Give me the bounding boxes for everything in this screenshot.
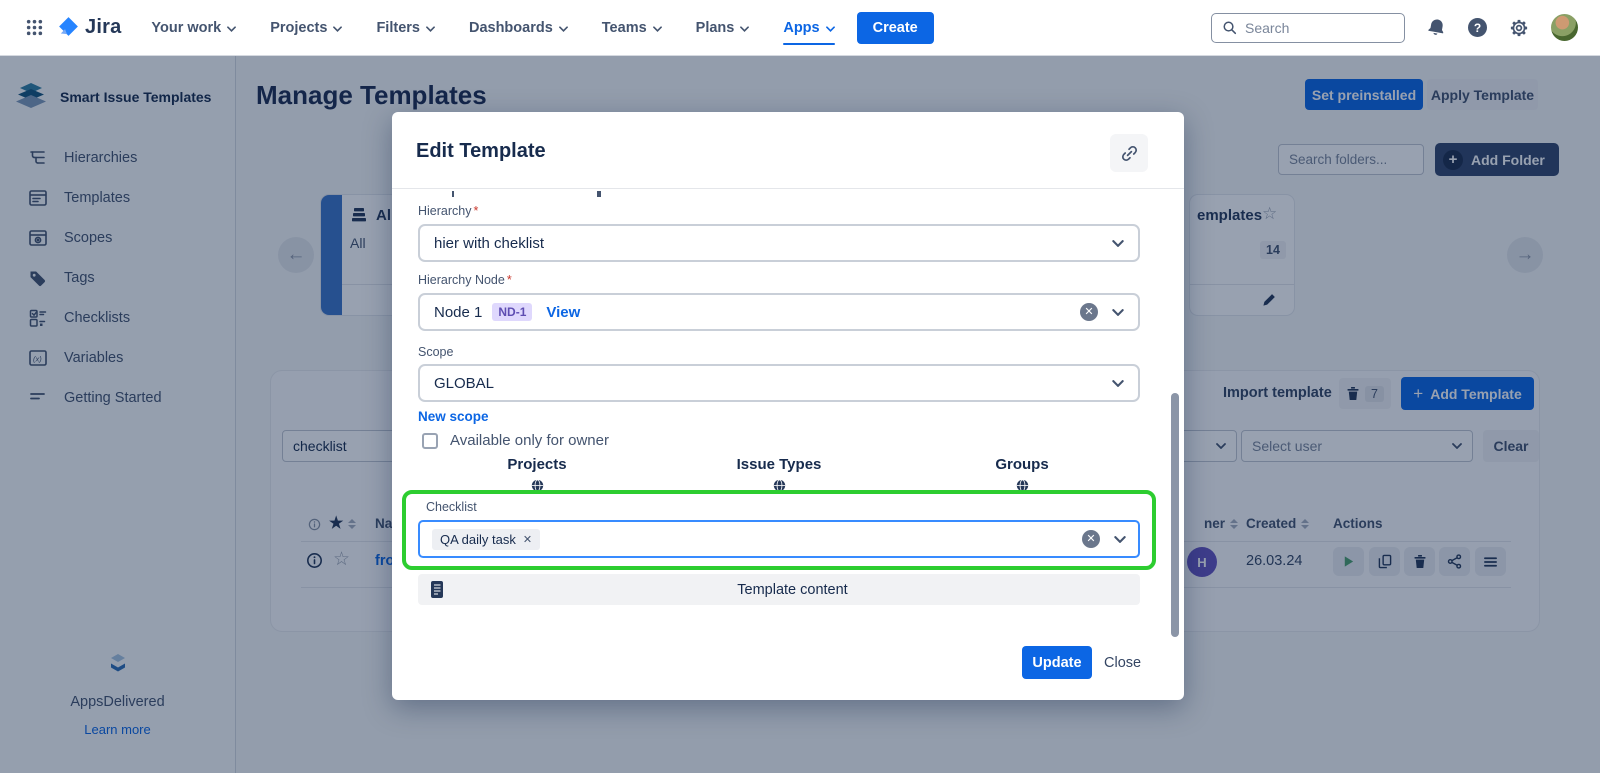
app-root: Jira Your work Projects Filters Dashboar… — [0, 0, 1600, 773]
view-node-link[interactable]: View — [546, 304, 580, 321]
chevron-down-icon — [333, 26, 342, 32]
modal-scrollbar-thumb[interactable] — [1171, 393, 1179, 637]
projects-column-header: Projects — [477, 456, 597, 473]
hierarchy-select[interactable]: hier with cheklist — [418, 224, 1140, 262]
issue-types-column-header: Issue Types — [719, 456, 839, 473]
checklist-chip: QA daily task ✕ — [432, 529, 540, 550]
template-content-label: Template content — [445, 582, 1140, 598]
hierarchy-node-label: Hierarchy Node* — [418, 273, 512, 287]
chevron-down-icon — [826, 26, 835, 32]
chevron-down-icon — [740, 26, 749, 32]
nav-apps[interactable]: Apps — [783, 0, 834, 56]
chevron-down-icon — [653, 26, 662, 32]
update-button[interactable]: Update — [1022, 646, 1092, 679]
settings-gear-icon[interactable] — [1509, 18, 1529, 38]
groups-column-header: Groups — [962, 456, 1082, 473]
copy-link-button[interactable] — [1110, 134, 1148, 172]
chevron-down-icon — [1112, 380, 1124, 387]
link-icon — [1120, 144, 1139, 163]
modal-header-divider — [392, 188, 1184, 189]
modal-title: Edit Template — [416, 140, 546, 163]
jira-logo-text: Jira — [85, 16, 121, 39]
chevron-down-icon — [1114, 536, 1126, 543]
chevron-down-icon — [227, 26, 236, 32]
template-content-section[interactable]: Template content — [418, 574, 1140, 605]
notifications-bell-icon[interactable] — [1425, 16, 1447, 38]
scope-label: Scope — [418, 345, 453, 359]
chevron-down-icon — [426, 26, 435, 32]
search-icon — [1222, 20, 1237, 35]
top-nav: Jira Your work Projects Filters Dashboar… — [0, 0, 1600, 56]
edit-template-modal: Edit Template Hierarchy* hier with chekl… — [392, 112, 1184, 700]
help-icon[interactable]: ? — [1468, 18, 1487, 37]
scope-select[interactable]: GLOBAL — [418, 364, 1140, 402]
checklist-label: Checklist — [426, 500, 477, 514]
chevron-down-icon — [1112, 240, 1124, 247]
hierarchy-label: Hierarchy* — [418, 204, 478, 218]
search-input[interactable] — [1245, 20, 1385, 36]
owner-only-label: Available only for owner — [450, 432, 609, 449]
document-icon — [430, 580, 445, 599]
clear-selection-icon[interactable]: ✕ — [1080, 303, 1098, 321]
create-button[interactable]: Create — [857, 12, 934, 44]
owner-only-checkbox[interactable] — [422, 433, 438, 449]
clipped-scrolled-text — [452, 191, 454, 197]
checklist-multiselect[interactable]: QA daily task ✕ ✕ — [418, 520, 1140, 558]
nav-plans[interactable]: Plans — [696, 0, 750, 56]
nav-projects[interactable]: Projects — [270, 0, 342, 56]
primary-nav: Your work Projects Filters Dashboards Te… — [151, 0, 834, 56]
global-search[interactable] — [1211, 13, 1405, 43]
node-key-badge: ND-1 — [492, 303, 532, 321]
chevron-down-icon — [559, 26, 568, 32]
app-switcher-icon[interactable] — [20, 14, 48, 42]
top-nav-right: ? — [1211, 13, 1600, 43]
jira-logo-icon — [56, 15, 81, 40]
nav-teams[interactable]: Teams — [602, 0, 662, 56]
nav-dashboards[interactable]: Dashboards — [469, 0, 568, 56]
chevron-down-icon — [1112, 309, 1124, 316]
clear-selection-icon[interactable]: ✕ — [1082, 530, 1100, 548]
nav-your-work[interactable]: Your work — [151, 0, 236, 56]
hierarchy-node-select[interactable]: Node 1 ND-1 View ✕ — [418, 293, 1140, 331]
user-avatar[interactable] — [1551, 14, 1578, 41]
jira-logo[interactable]: Jira — [56, 15, 121, 40]
remove-chip-icon[interactable]: ✕ — [523, 533, 532, 546]
clipped-scrolled-text — [597, 191, 601, 197]
new-scope-link[interactable]: New scope — [418, 409, 489, 424]
close-button[interactable]: Close — [1104, 646, 1141, 679]
nav-filters[interactable]: Filters — [376, 0, 435, 56]
